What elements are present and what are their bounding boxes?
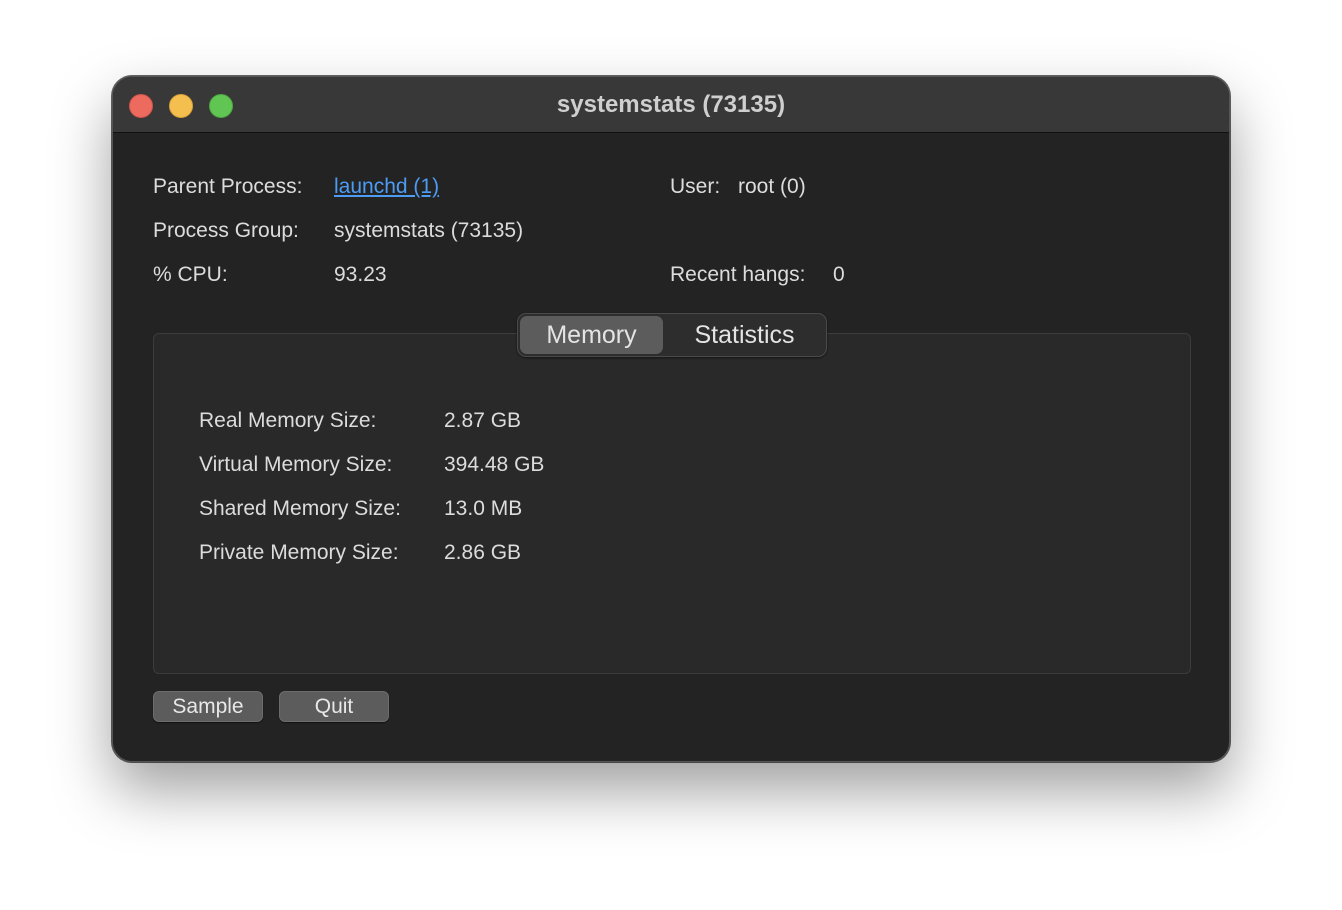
- quit-button[interactable]: Quit: [279, 691, 389, 722]
- cpu-value: 93.23: [334, 263, 387, 286]
- window-title: systemstats (73135): [556, 91, 786, 118]
- real-memory-value: 2.87 GB: [444, 409, 522, 432]
- user-value: root (0): [738, 175, 806, 198]
- private-memory-value: 2.86 GB: [444, 541, 522, 564]
- shared-memory-label: Shared Memory Size:: [199, 497, 401, 520]
- parent-process-link[interactable]: launchd (1): [334, 174, 439, 200]
- process-group-label: Process Group:: [153, 219, 299, 242]
- private-memory-label: Private Memory Size:: [199, 541, 399, 564]
- process-info-window: systemstats (73135) Parent Process: laun…: [112, 76, 1230, 762]
- sample-button[interactable]: Sample: [153, 691, 263, 722]
- tab-content-panel: Real Memory Size: 2.87 GB Virtual Memory…: [153, 333, 1191, 674]
- cpu-label: % CPU:: [153, 263, 228, 286]
- process-group-value: systemstats (73135): [334, 219, 524, 242]
- user-label: User:: [670, 175, 721, 198]
- parent-process-label: Parent Process:: [153, 175, 303, 198]
- tab-statistics[interactable]: Statistics: [665, 316, 824, 354]
- shared-memory-value: 13.0 MB: [444, 497, 523, 520]
- virtual-memory-label: Virtual Memory Size:: [199, 453, 393, 476]
- real-memory-label: Real Memory Size:: [199, 409, 377, 432]
- recent-hangs-value: 0: [833, 263, 845, 286]
- tab-segmented-control: Memory Statistics: [517, 313, 827, 357]
- title-bar[interactable]: systemstats (73135): [113, 77, 1229, 133]
- virtual-memory-value: 394.48 GB: [444, 453, 545, 476]
- tab-memory[interactable]: Memory: [520, 316, 663, 354]
- recent-hangs-label: Recent hangs:: [670, 263, 806, 286]
